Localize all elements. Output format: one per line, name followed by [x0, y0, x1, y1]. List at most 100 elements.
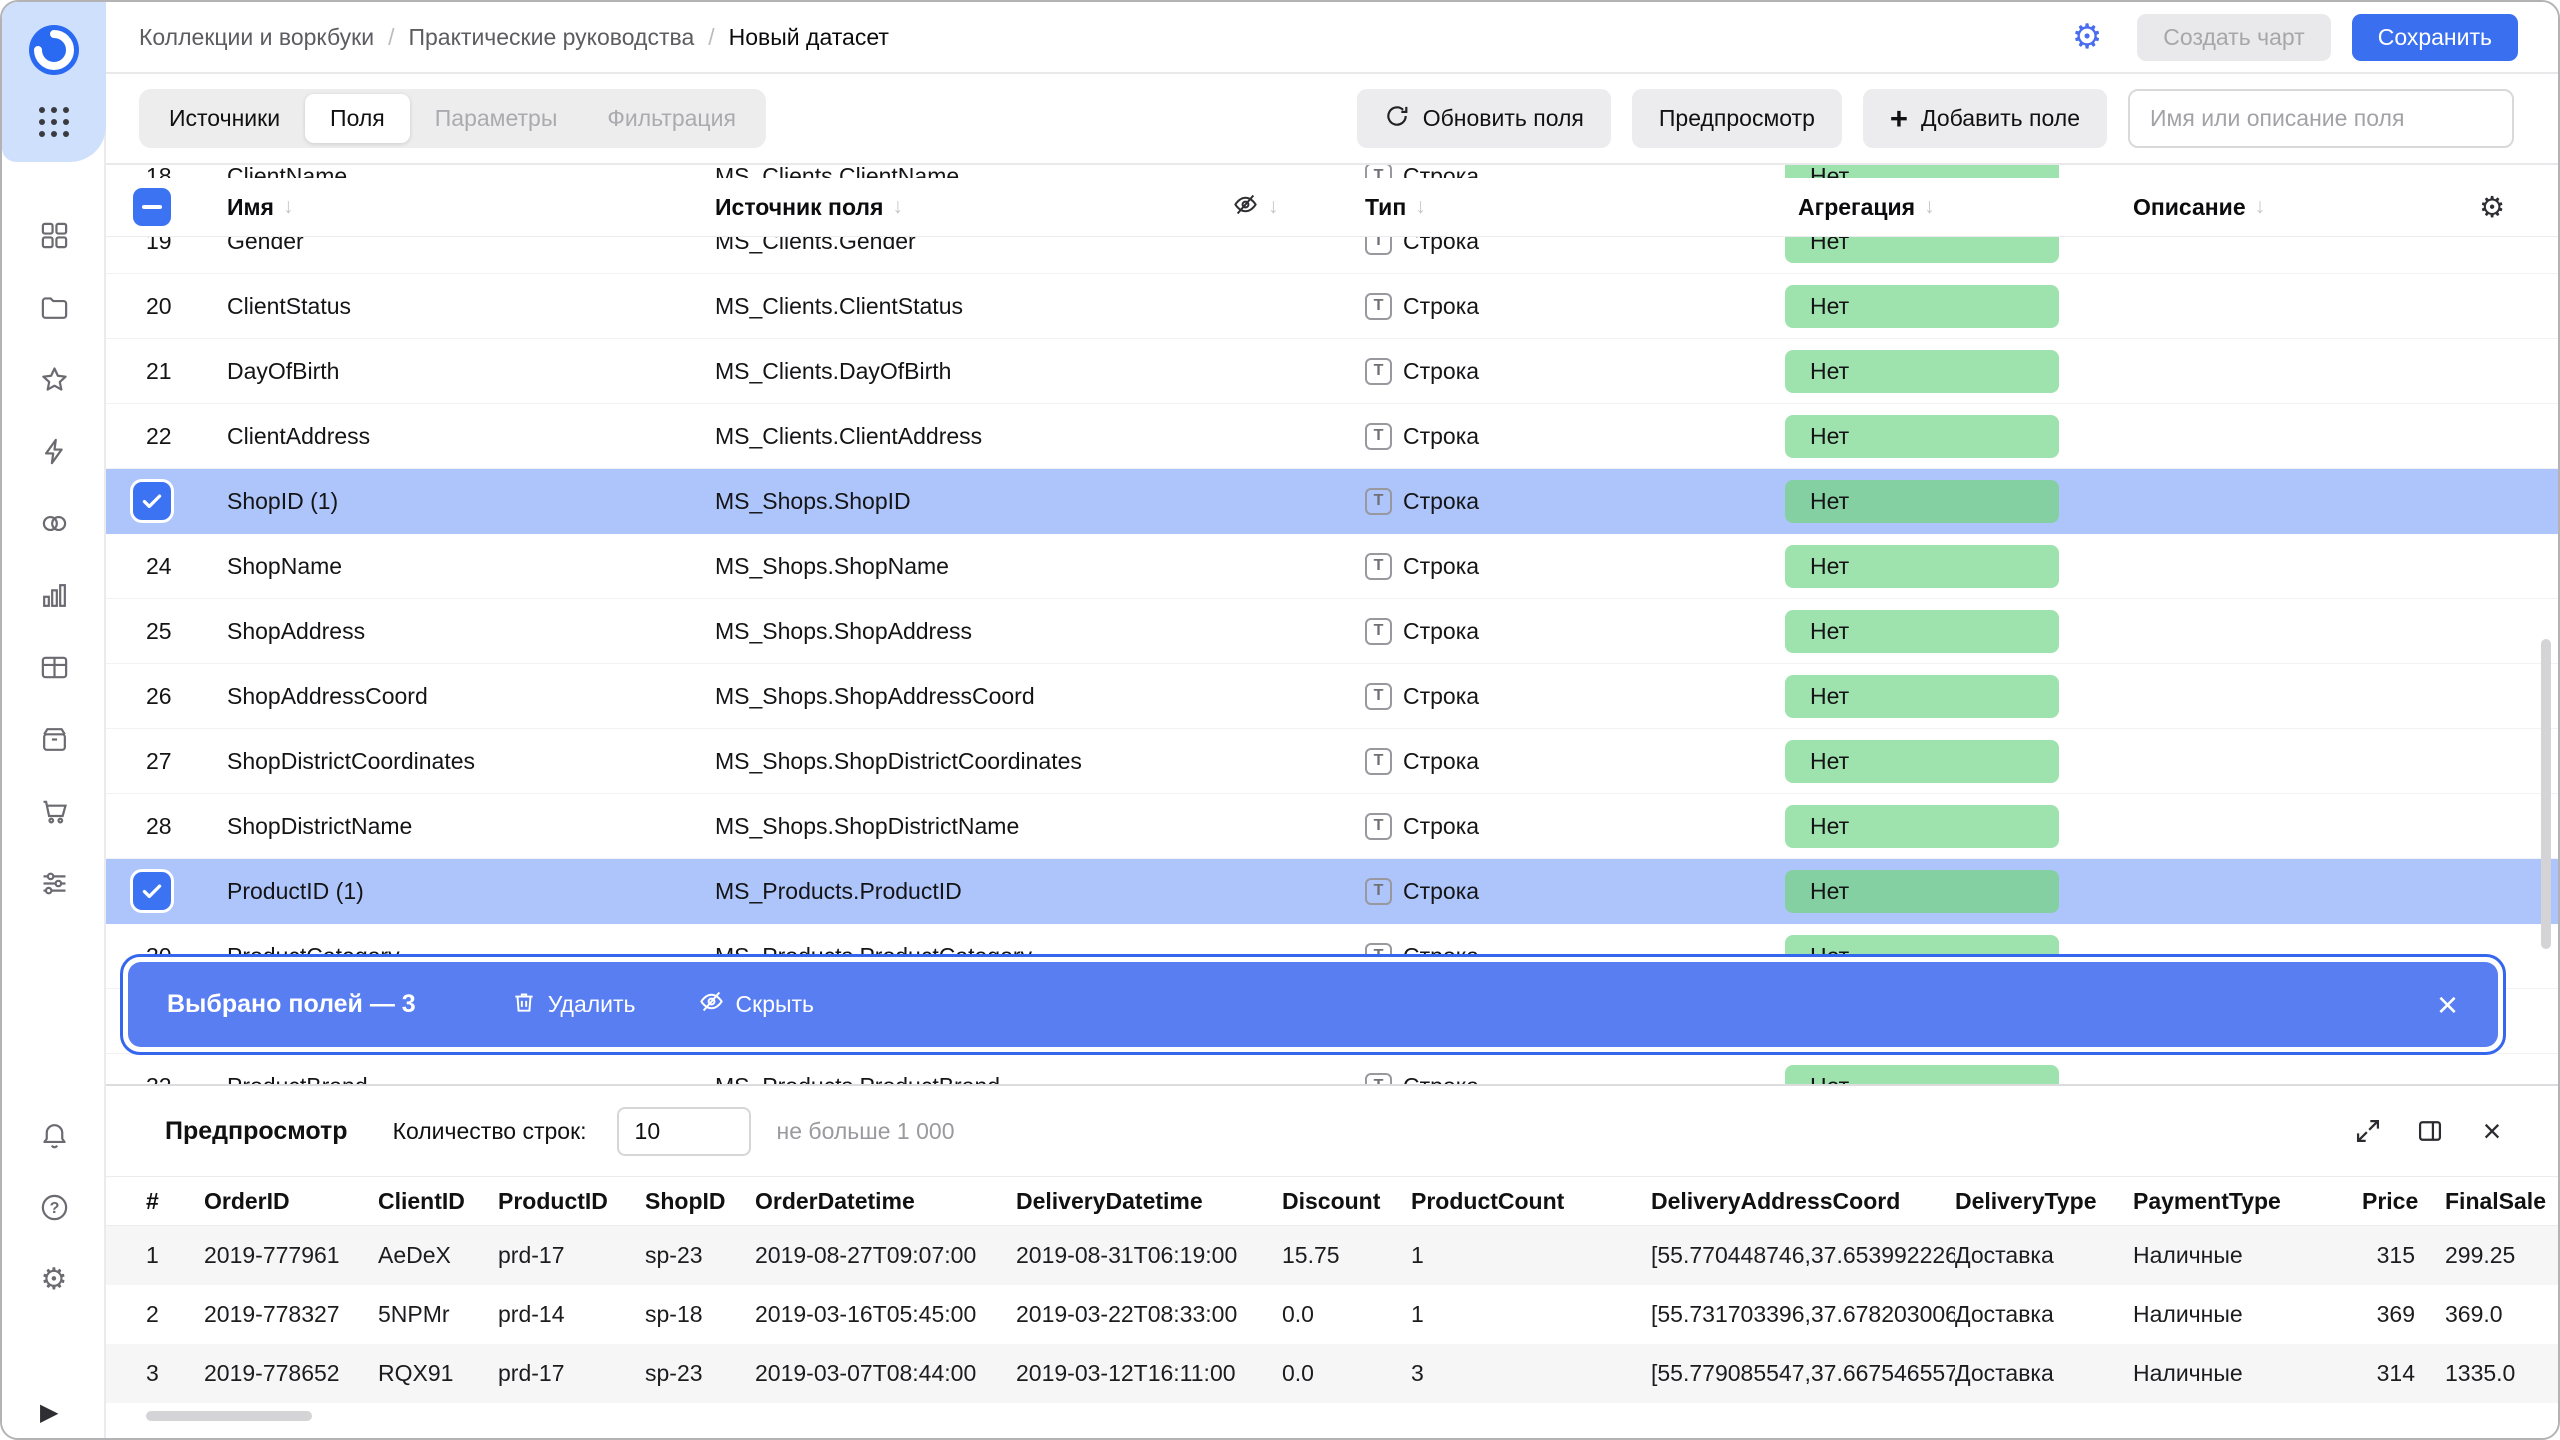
- column-header-source[interactable]: Источник поля↓: [715, 178, 903, 236]
- select-all-checkbox[interactable]: [133, 178, 171, 236]
- delete-selected-button[interactable]: Удалить: [511, 989, 636, 1021]
- add-field-button[interactable]: + Добавить поле: [1863, 89, 2107, 148]
- field-type-select[interactable]: TСтрока: [1365, 339, 1479, 403]
- datalens-logo-icon[interactable]: [28, 24, 80, 81]
- field-type-select[interactable]: TСтрока: [1365, 469, 1479, 533]
- aggregation-select[interactable]: Нет: [1785, 404, 2059, 468]
- vertical-scrollbar[interactable]: [2541, 639, 2551, 949]
- close-selection-icon[interactable]: ×: [2437, 987, 2458, 1023]
- field-type-select[interactable]: TСтрока: [1365, 794, 1479, 858]
- preview-col-header[interactable]: ClientID: [378, 1188, 498, 1215]
- delete-label: Удалить: [548, 991, 636, 1018]
- field-row-selected[interactable]: ProductID (1) MS_Products.ProductID TСтр…: [106, 859, 2558, 924]
- close-preview-icon[interactable]: ×: [2478, 1117, 2506, 1145]
- cart-icon[interactable]: [39, 796, 70, 827]
- field-type-select[interactable]: TСтрока: [1365, 599, 1479, 663]
- column-header-name[interactable]: Имя↓: [227, 178, 293, 236]
- rows-count-input[interactable]: [617, 1107, 751, 1156]
- field-source: MS_Products.ProductBrand: [715, 1054, 1000, 1084]
- field-search-input[interactable]: [2128, 89, 2514, 148]
- aggregation-select[interactable]: Нет: [1785, 794, 2059, 858]
- save-button[interactable]: Сохранить: [2352, 14, 2518, 61]
- horizontal-scrollbar[interactable]: [146, 1411, 312, 1421]
- preview-col-header[interactable]: OrderID: [204, 1188, 378, 1215]
- field-row[interactable]: 20 ClientStatus MS_Clients.ClientStatus …: [106, 274, 2558, 339]
- hide-selected-button[interactable]: Скрыть: [698, 988, 815, 1021]
- tab-sources[interactable]: Источники: [144, 94, 305, 143]
- preview-col-header[interactable]: DeliveryAddressCoord: [1651, 1188, 1955, 1215]
- preview-col-header[interactable]: ProductID: [498, 1188, 645, 1215]
- grid-icon[interactable]: [39, 220, 70, 251]
- dock-preview-icon[interactable]: [2416, 1117, 2444, 1145]
- preview-button[interactable]: Предпросмотр: [1632, 89, 1842, 148]
- bell-icon[interactable]: [39, 1120, 70, 1151]
- apps-grid-icon[interactable]: [36, 104, 72, 145]
- aggregation-select[interactable]: Нет: [1785, 1054, 2059, 1084]
- aggregation-select[interactable]: Нет: [1785, 729, 2059, 793]
- flow-icon[interactable]: [39, 868, 70, 899]
- settings-gear-icon[interactable]: ⚙: [39, 1264, 70, 1295]
- bolt-icon[interactable]: [39, 436, 70, 467]
- aggregation-select[interactable]: Нет: [1785, 274, 2059, 338]
- field-type-select[interactable]: TСтрока: [1365, 1054, 1479, 1084]
- editor-tabs: Источники Поля Параметры Фильтрация: [139, 89, 766, 148]
- column-header-aggregation[interactable]: Агрегация↓: [1798, 178, 1935, 236]
- aggregation-select[interactable]: Нет: [1785, 664, 2059, 728]
- field-type-select[interactable]: TСтрока: [1365, 664, 1479, 728]
- field-row[interactable]: 24 ShopName MS_Shops.ShopName TСтрока Не…: [106, 534, 2558, 599]
- aggregation-select[interactable]: Нет: [1785, 339, 2059, 403]
- field-type-select[interactable]: TСтрока: [1365, 534, 1479, 598]
- field-type-select[interactable]: TСтрока: [1365, 859, 1479, 923]
- aggregation-select[interactable]: Нет: [1785, 534, 2059, 598]
- star-icon[interactable]: [39, 364, 70, 395]
- refresh-icon: [1384, 103, 1410, 135]
- preview-col-header[interactable]: PaymentType: [2133, 1188, 2362, 1215]
- preview-col-header[interactable]: Discount: [1282, 1188, 1411, 1215]
- preview-col-header[interactable]: DeliveryType: [1955, 1188, 2133, 1215]
- tab-fields[interactable]: Поля: [305, 94, 410, 143]
- preview-col-header[interactable]: Price: [2362, 1188, 2445, 1215]
- field-type-select[interactable]: TСтрока: [1365, 404, 1479, 468]
- preview-col-header[interactable]: ProductCount: [1411, 1188, 1651, 1215]
- rings-icon[interactable]: [39, 508, 70, 539]
- preview-col-header[interactable]: OrderDatetime: [755, 1188, 1016, 1215]
- breadcrumb-collections[interactable]: Коллекции и воркбуки: [139, 24, 374, 51]
- field-type-select[interactable]: TСтрока: [1365, 729, 1479, 793]
- create-chart-button[interactable]: Создать чарт: [2137, 14, 2330, 61]
- field-row[interactable]: 22 ClientAddress MS_Clients.ClientAddres…: [106, 404, 2558, 469]
- bar-chart-icon[interactable]: [39, 580, 70, 611]
- expand-sidebar-icon[interactable]: ▶: [40, 1398, 58, 1427]
- field-name: ClientAddress: [227, 404, 370, 468]
- column-header-description[interactable]: Описание↓: [2133, 178, 2265, 236]
- columns-settings-gear-icon[interactable]: ⚙: [2479, 178, 2505, 236]
- preview-col-header[interactable]: #: [146, 1188, 204, 1215]
- field-row[interactable]: 32 ProductBrand MS_Products.ProductBrand…: [106, 1054, 2558, 1084]
- field-row[interactable]: 27 ShopDistrictCoordinates MS_Shops.Shop…: [106, 729, 2558, 794]
- column-header-type[interactable]: Тип↓: [1365, 178, 1426, 236]
- field-row[interactable]: 21 DayOfBirth MS_Clients.DayOfBirth TСтр…: [106, 339, 2558, 404]
- expand-preview-icon[interactable]: [2354, 1117, 2382, 1145]
- field-row[interactable]: 26 ShopAddressCoord MS_Shops.ShopAddress…: [106, 664, 2558, 729]
- dataset-settings-gear-icon[interactable]: ⚙: [2072, 20, 2102, 54]
- aggregation-select[interactable]: Нет: [1785, 599, 2059, 663]
- field-type-label: Строка: [1403, 553, 1479, 580]
- collections-icon[interactable]: [39, 292, 70, 323]
- field-row[interactable]: 28 ShopDistrictName MS_Shops.ShopDistric…: [106, 794, 2558, 859]
- box-icon[interactable]: [39, 724, 70, 755]
- breadcrumb-workbook[interactable]: Практические руководства: [408, 24, 694, 51]
- field-type-select[interactable]: TСтрока: [1365, 274, 1479, 338]
- row-checkbox-checked[interactable]: [133, 469, 171, 533]
- preview-col-header[interactable]: ShopID: [645, 1188, 755, 1215]
- row-checkbox-checked[interactable]: [133, 859, 171, 923]
- refresh-fields-button[interactable]: Обновить поля: [1357, 89, 1611, 148]
- field-type-label: Строка: [1403, 1073, 1479, 1085]
- field-row-selected[interactable]: ShopID (1) MS_Shops.ShopID TСтрока Нет: [106, 469, 2558, 534]
- preview-col-header[interactable]: DeliveryDatetime: [1016, 1188, 1282, 1215]
- table-icon[interactable]: [39, 652, 70, 683]
- help-icon[interactable]: ?: [39, 1192, 70, 1223]
- column-header-hidden[interactable]: ↓: [1232, 178, 1279, 236]
- aggregation-select[interactable]: Нет: [1785, 859, 2059, 923]
- aggregation-select[interactable]: Нет: [1785, 469, 2059, 533]
- field-row[interactable]: 25 ShopAddress MS_Shops.ShopAddress TСтр…: [106, 599, 2558, 664]
- preview-col-header[interactable]: FinalSale: [2445, 1188, 2558, 1215]
